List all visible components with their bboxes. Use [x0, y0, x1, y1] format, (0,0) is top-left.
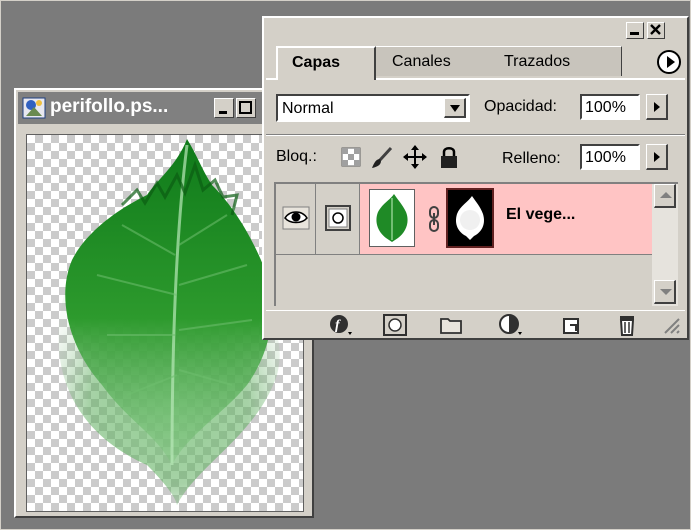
palette-minimize-button[interactable] — [626, 22, 644, 39]
layers-list[interactable]: El vege... — [274, 182, 678, 306]
layers-scrollbar[interactable] — [652, 184, 678, 306]
layer-mask-icon[interactable] — [382, 313, 408, 337]
fill-slider-button[interactable] — [646, 144, 668, 170]
close-icon — [650, 24, 661, 35]
layer-style-icon[interactable]: f — [328, 313, 354, 337]
visibility-toggle[interactable] — [276, 184, 316, 254]
palette-title-bar[interactable] — [264, 18, 687, 42]
trash-icon[interactable] — [614, 313, 640, 337]
scroll-down-button[interactable] — [654, 280, 676, 304]
tab-canales-label: Canales — [392, 53, 451, 70]
layers-toolbar: f — [266, 310, 685, 339]
tab-trazados[interactable]: Trazados — [482, 46, 622, 76]
resize-grip-icon[interactable] — [661, 315, 681, 335]
lock-all-icon[interactable] — [438, 144, 460, 170]
opacity-label: Opacidad: — [484, 98, 557, 115]
chain-link-icon[interactable] — [428, 206, 440, 232]
maximize-button[interactable] — [236, 98, 256, 118]
layer-row[interactable]: El vege... — [276, 184, 652, 255]
eye-icon — [282, 206, 310, 230]
minimize-icon — [630, 32, 639, 35]
lock-transparency-icon[interactable] — [340, 146, 362, 168]
layers-palette: Canales Trazados Capas Normal Opacidad: … — [262, 16, 689, 340]
layer-thumbnail[interactable] — [369, 189, 415, 247]
lock-brush-icon[interactable] — [370, 146, 394, 170]
scroll-up-button[interactable] — [654, 184, 676, 208]
mask-thumbnail-image — [456, 196, 484, 240]
tab-trazados-label: Trazados — [504, 53, 571, 70]
opacity-value: 100% — [585, 99, 626, 116]
photoshop-doc-icon — [22, 97, 46, 119]
adjustment-layer-icon[interactable] — [498, 313, 524, 337]
mask-edit-toggle[interactable] — [316, 184, 360, 254]
fill-label: Relleno: — [502, 150, 561, 167]
tab-capas[interactable]: Capas — [276, 46, 376, 80]
chevron-down-icon[interactable] — [444, 98, 466, 118]
palette-menu-button[interactable] — [657, 50, 681, 74]
new-layer-icon[interactable] — [558, 313, 584, 337]
tab-capas-label: Capas — [292, 54, 341, 71]
layer-name[interactable]: El vege... — [506, 206, 575, 224]
layer-thumbnail-image — [376, 194, 408, 242]
palette-close-button[interactable] — [647, 22, 665, 39]
opacity-slider-button[interactable] — [646, 94, 668, 120]
tab-canales[interactable]: Canales — [372, 46, 484, 76]
blend-mode-select[interactable]: Normal — [276, 94, 470, 122]
document-title: perifollo.ps... — [50, 96, 169, 117]
lock-move-icon[interactable] — [402, 144, 428, 170]
fill-input[interactable]: 100% — [580, 144, 640, 170]
blend-mode-value: Normal — [282, 100, 334, 117]
fill-value: 100% — [585, 149, 626, 166]
lock-label: Bloq.: — [276, 148, 317, 165]
maximize-icon — [239, 101, 252, 114]
mask-mode-icon — [325, 205, 351, 231]
layer-mask-thumbnail[interactable] — [446, 188, 494, 248]
minimize-button[interactable] — [214, 98, 234, 118]
new-set-icon[interactable] — [438, 313, 464, 337]
opacity-input[interactable]: 100% — [580, 94, 640, 120]
divider — [266, 134, 685, 136]
minimize-icon — [219, 111, 227, 114]
